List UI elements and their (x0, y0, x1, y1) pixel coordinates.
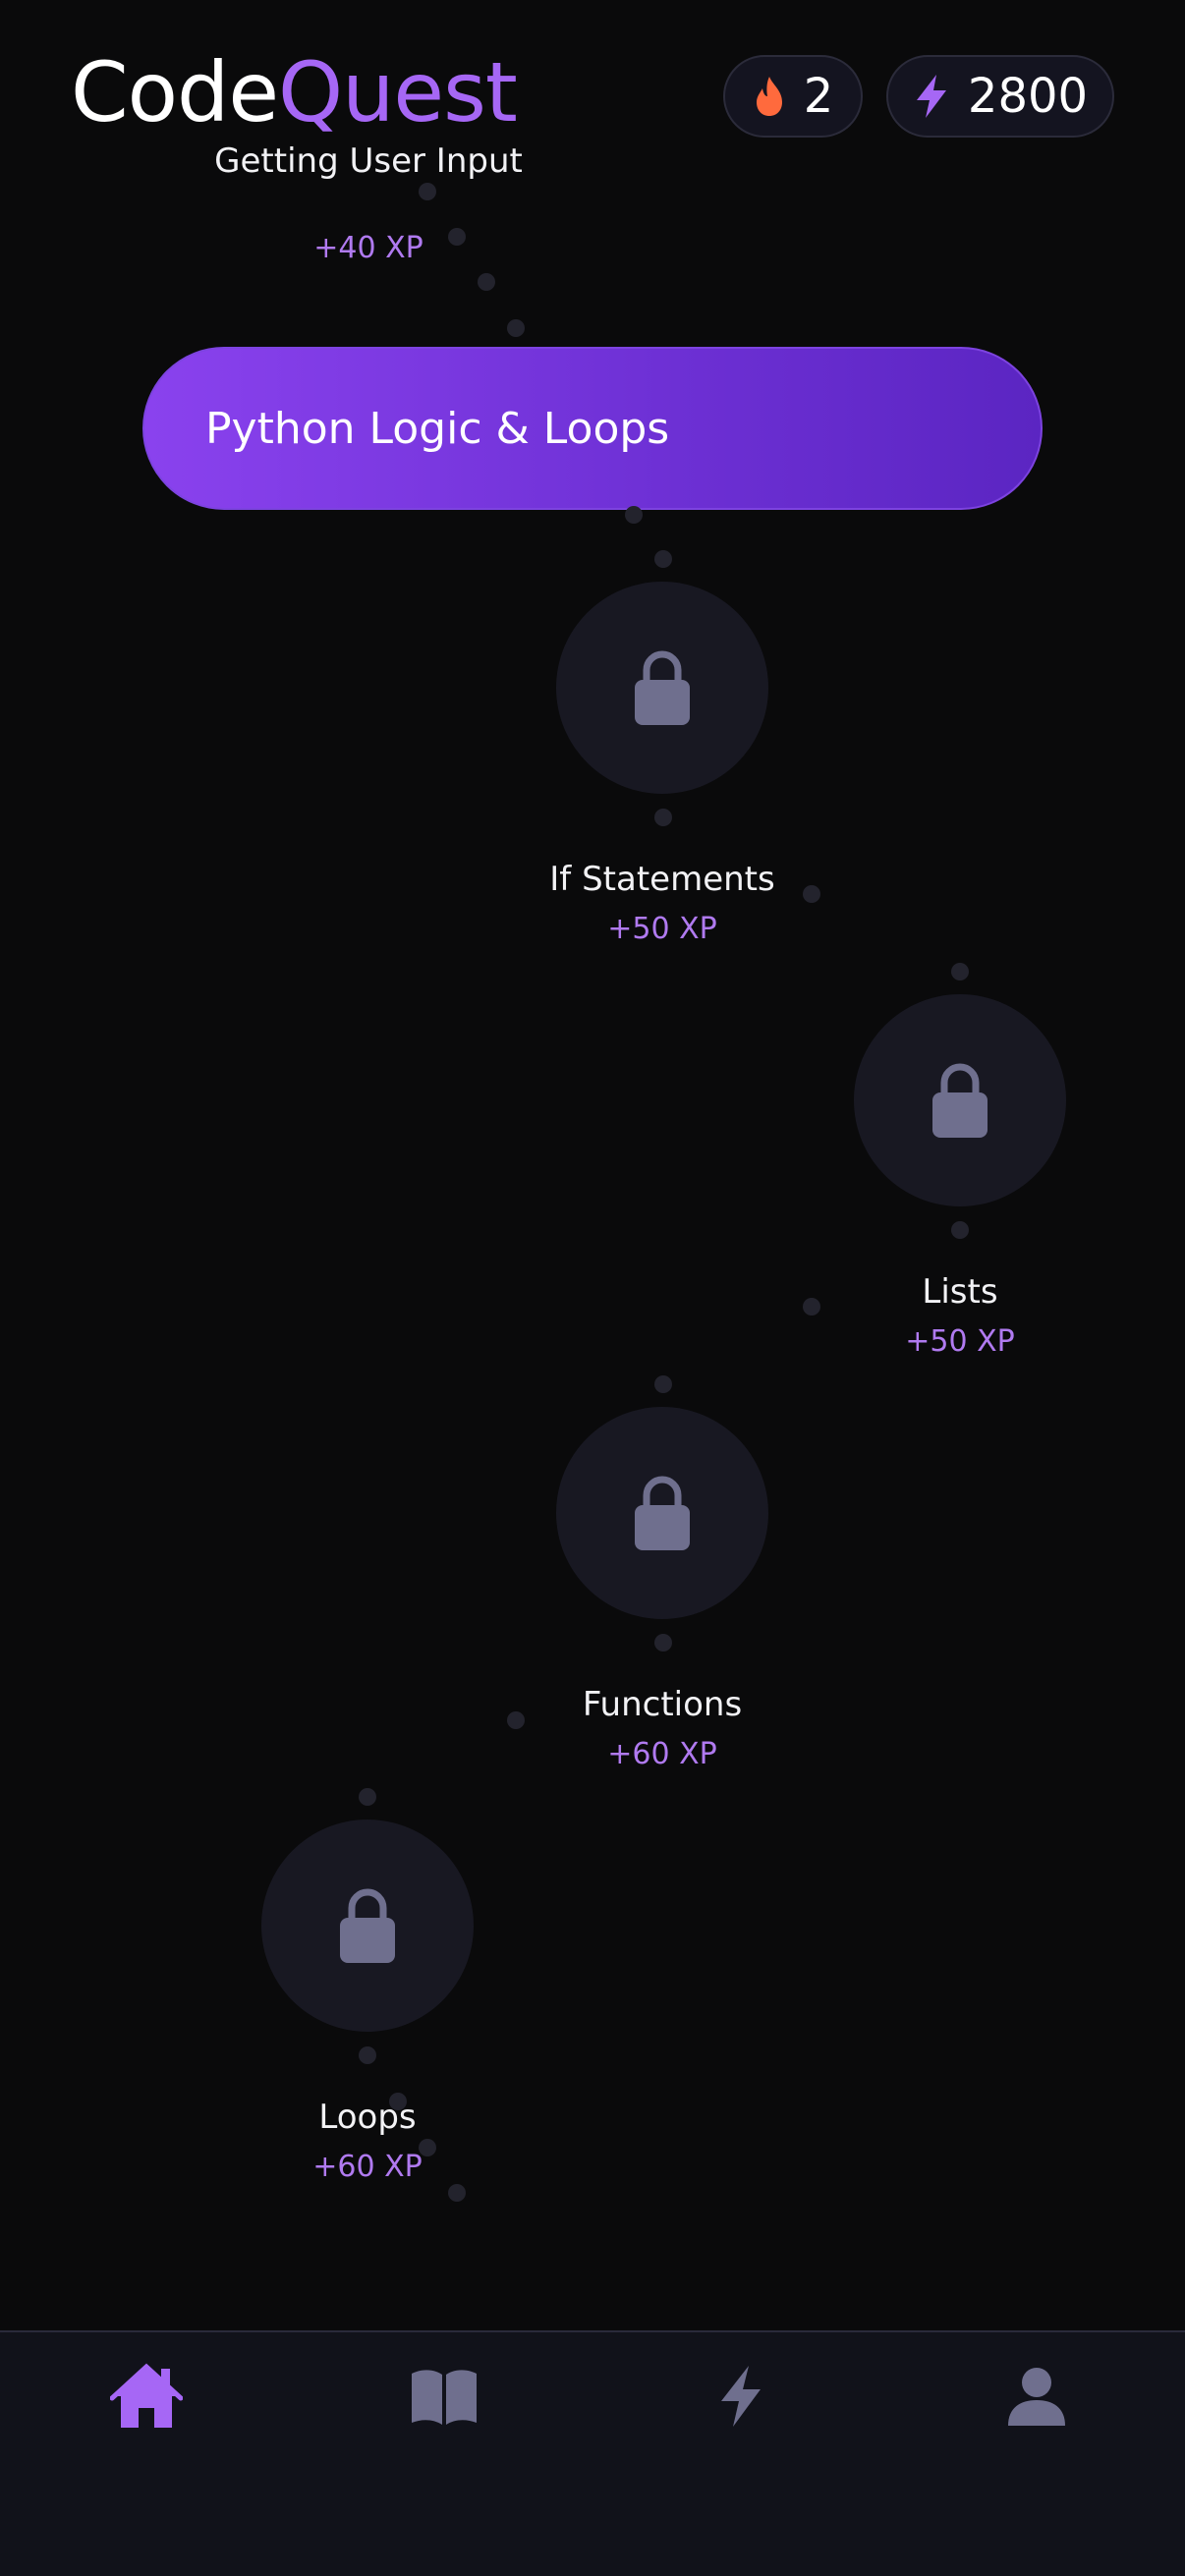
lock-icon (340, 1888, 395, 1963)
streak-badge[interactable]: 2 (723, 55, 863, 138)
path-dot (359, 2046, 376, 2064)
lesson-xp-if-statements: +50 XP (607, 912, 717, 946)
lesson-xp-lists: +50 XP (905, 1324, 1015, 1359)
xp-total: 2800 (967, 69, 1089, 124)
section-banner[interactable]: Python Logic & Loops (142, 347, 1043, 510)
nav-practice[interactable] (687, 2352, 795, 2440)
path-dot (654, 809, 672, 826)
lesson-xp-loops: +60 XP (312, 2150, 423, 2184)
logo-quest: Quest (278, 44, 518, 140)
xp-badge[interactable]: 2800 (886, 55, 1114, 138)
path-dot (507, 1711, 525, 1729)
profile-icon (1008, 2368, 1065, 2426)
path-dot (478, 273, 495, 291)
path-dot (419, 2139, 436, 2156)
lesson-title-lists: Lists (922, 1272, 998, 1312)
book-icon (412, 2370, 477, 2425)
path-dot (448, 2184, 466, 2202)
lightning-icon (916, 75, 946, 118)
lock-icon (635, 1476, 690, 1550)
lightning-icon (721, 2366, 761, 2427)
lesson-title-loops: Loops (318, 2098, 417, 2137)
nav-profile[interactable] (983, 2352, 1091, 2440)
app-logo: CodeQuest (71, 51, 518, 134)
path-dot (803, 1298, 820, 1316)
path-dot (448, 228, 466, 246)
lesson-xp-getting-user-input: +40 XP (313, 231, 423, 265)
nav-learn[interactable] (390, 2352, 498, 2440)
lesson-xp-functions: +60 XP (607, 1737, 717, 1771)
lesson-title-getting-user-input: Getting User Input (214, 141, 523, 181)
bottom-nav (0, 2330, 1185, 2576)
lesson-node-functions[interactable] (556, 1407, 768, 1619)
lock-icon (932, 1063, 988, 1138)
path-dot (625, 506, 643, 524)
path-dot (654, 1634, 672, 1652)
lesson-node-loops[interactable] (261, 1820, 474, 2032)
path-dot (803, 885, 820, 903)
flame-icon (756, 77, 782, 116)
lesson-title-functions: Functions (582, 1685, 743, 1724)
path-dot (419, 183, 436, 200)
path-dot (389, 2093, 407, 2110)
path-dot (951, 963, 969, 980)
logo-code: Code (71, 44, 279, 140)
path-dot (654, 1375, 672, 1393)
lesson-title-if-statements: If Statements (549, 860, 775, 899)
lesson-node-if-statements[interactable] (556, 582, 768, 794)
path-dot (951, 1221, 969, 1239)
nav-home[interactable] (92, 2352, 200, 2440)
lesson-node-lists[interactable] (854, 994, 1066, 1206)
home-icon (110, 2363, 183, 2428)
path-dot (507, 319, 525, 337)
lock-icon (635, 650, 690, 725)
streak-count: 2 (803, 69, 834, 124)
path-dot (359, 1788, 376, 1806)
path-dot (654, 550, 672, 568)
